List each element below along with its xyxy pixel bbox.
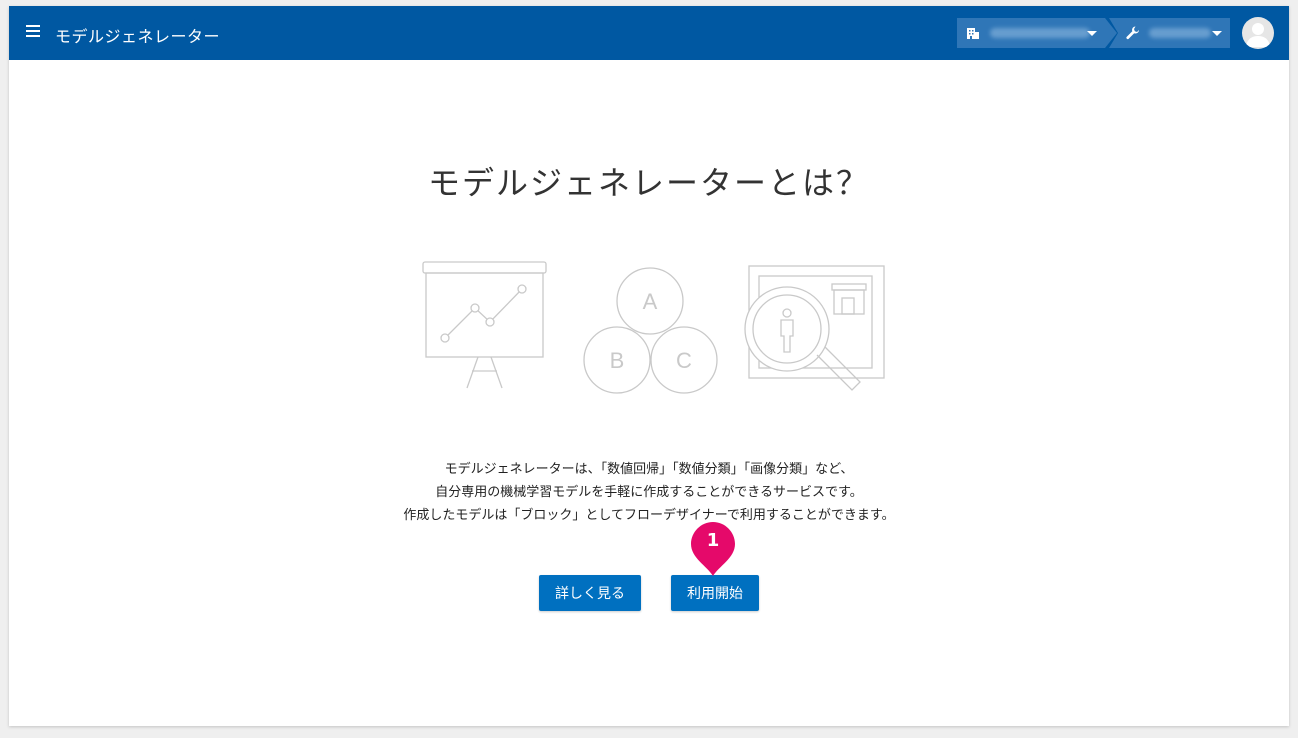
circle-letter-a: A [643, 289, 658, 314]
top-bar: モデルジェネレーター [9, 6, 1289, 60]
presentation-board-icon [422, 261, 547, 389]
learn-more-button[interactable]: 詳しく見る [539, 575, 641, 611]
illustration: A B C [422, 261, 885, 394]
chevron-down-icon [1212, 31, 1222, 36]
building-icon [967, 28, 979, 39]
wrench-icon [1126, 26, 1139, 40]
description-line: 自分専用の機械学習モデルを手軽に作成することができるサービスです。 [435, 485, 863, 500]
description: モデルジェネレーターは、「数値回帰」「数値分類」「画像分類」など、 自分専用の機… [9, 458, 1289, 527]
step-marker: 1 [689, 520, 737, 578]
avatar-icon [1246, 23, 1270, 47]
app-title: モデルジェネレーター [55, 27, 221, 46]
page-title: モデルジェネレーターとは？ [427, 164, 870, 202]
project-selector[interactable] [1119, 18, 1230, 48]
organization-selector[interactable] [957, 18, 1117, 48]
start-using-button[interactable]: 利用開始 [671, 575, 759, 611]
description-line: 作成したモデルは「ブロック」としてフローデザイナーで利用することができます。 [403, 508, 895, 523]
avatar[interactable] [1242, 17, 1274, 49]
description-line: モデルジェネレーターは、「数値回帰」「数値分類」「画像分類」など、 [444, 462, 854, 477]
chevron-down-icon [1087, 31, 1097, 36]
circle-letter-c: C [676, 348, 692, 373]
magnifier-search-icon [744, 265, 885, 391]
organization-name-blurred [990, 28, 1090, 38]
menu-icon[interactable] [26, 25, 40, 41]
step-marker-number: 1 [706, 530, 720, 551]
circle-letter-b: B [610, 348, 625, 373]
abc-circles-icon: A B C [583, 267, 718, 394]
project-name-blurred [1149, 28, 1211, 38]
app-window: モデルジェネレーター モデルジェネレーターとは？ A B C モデルジェネレータ… [9, 6, 1289, 726]
